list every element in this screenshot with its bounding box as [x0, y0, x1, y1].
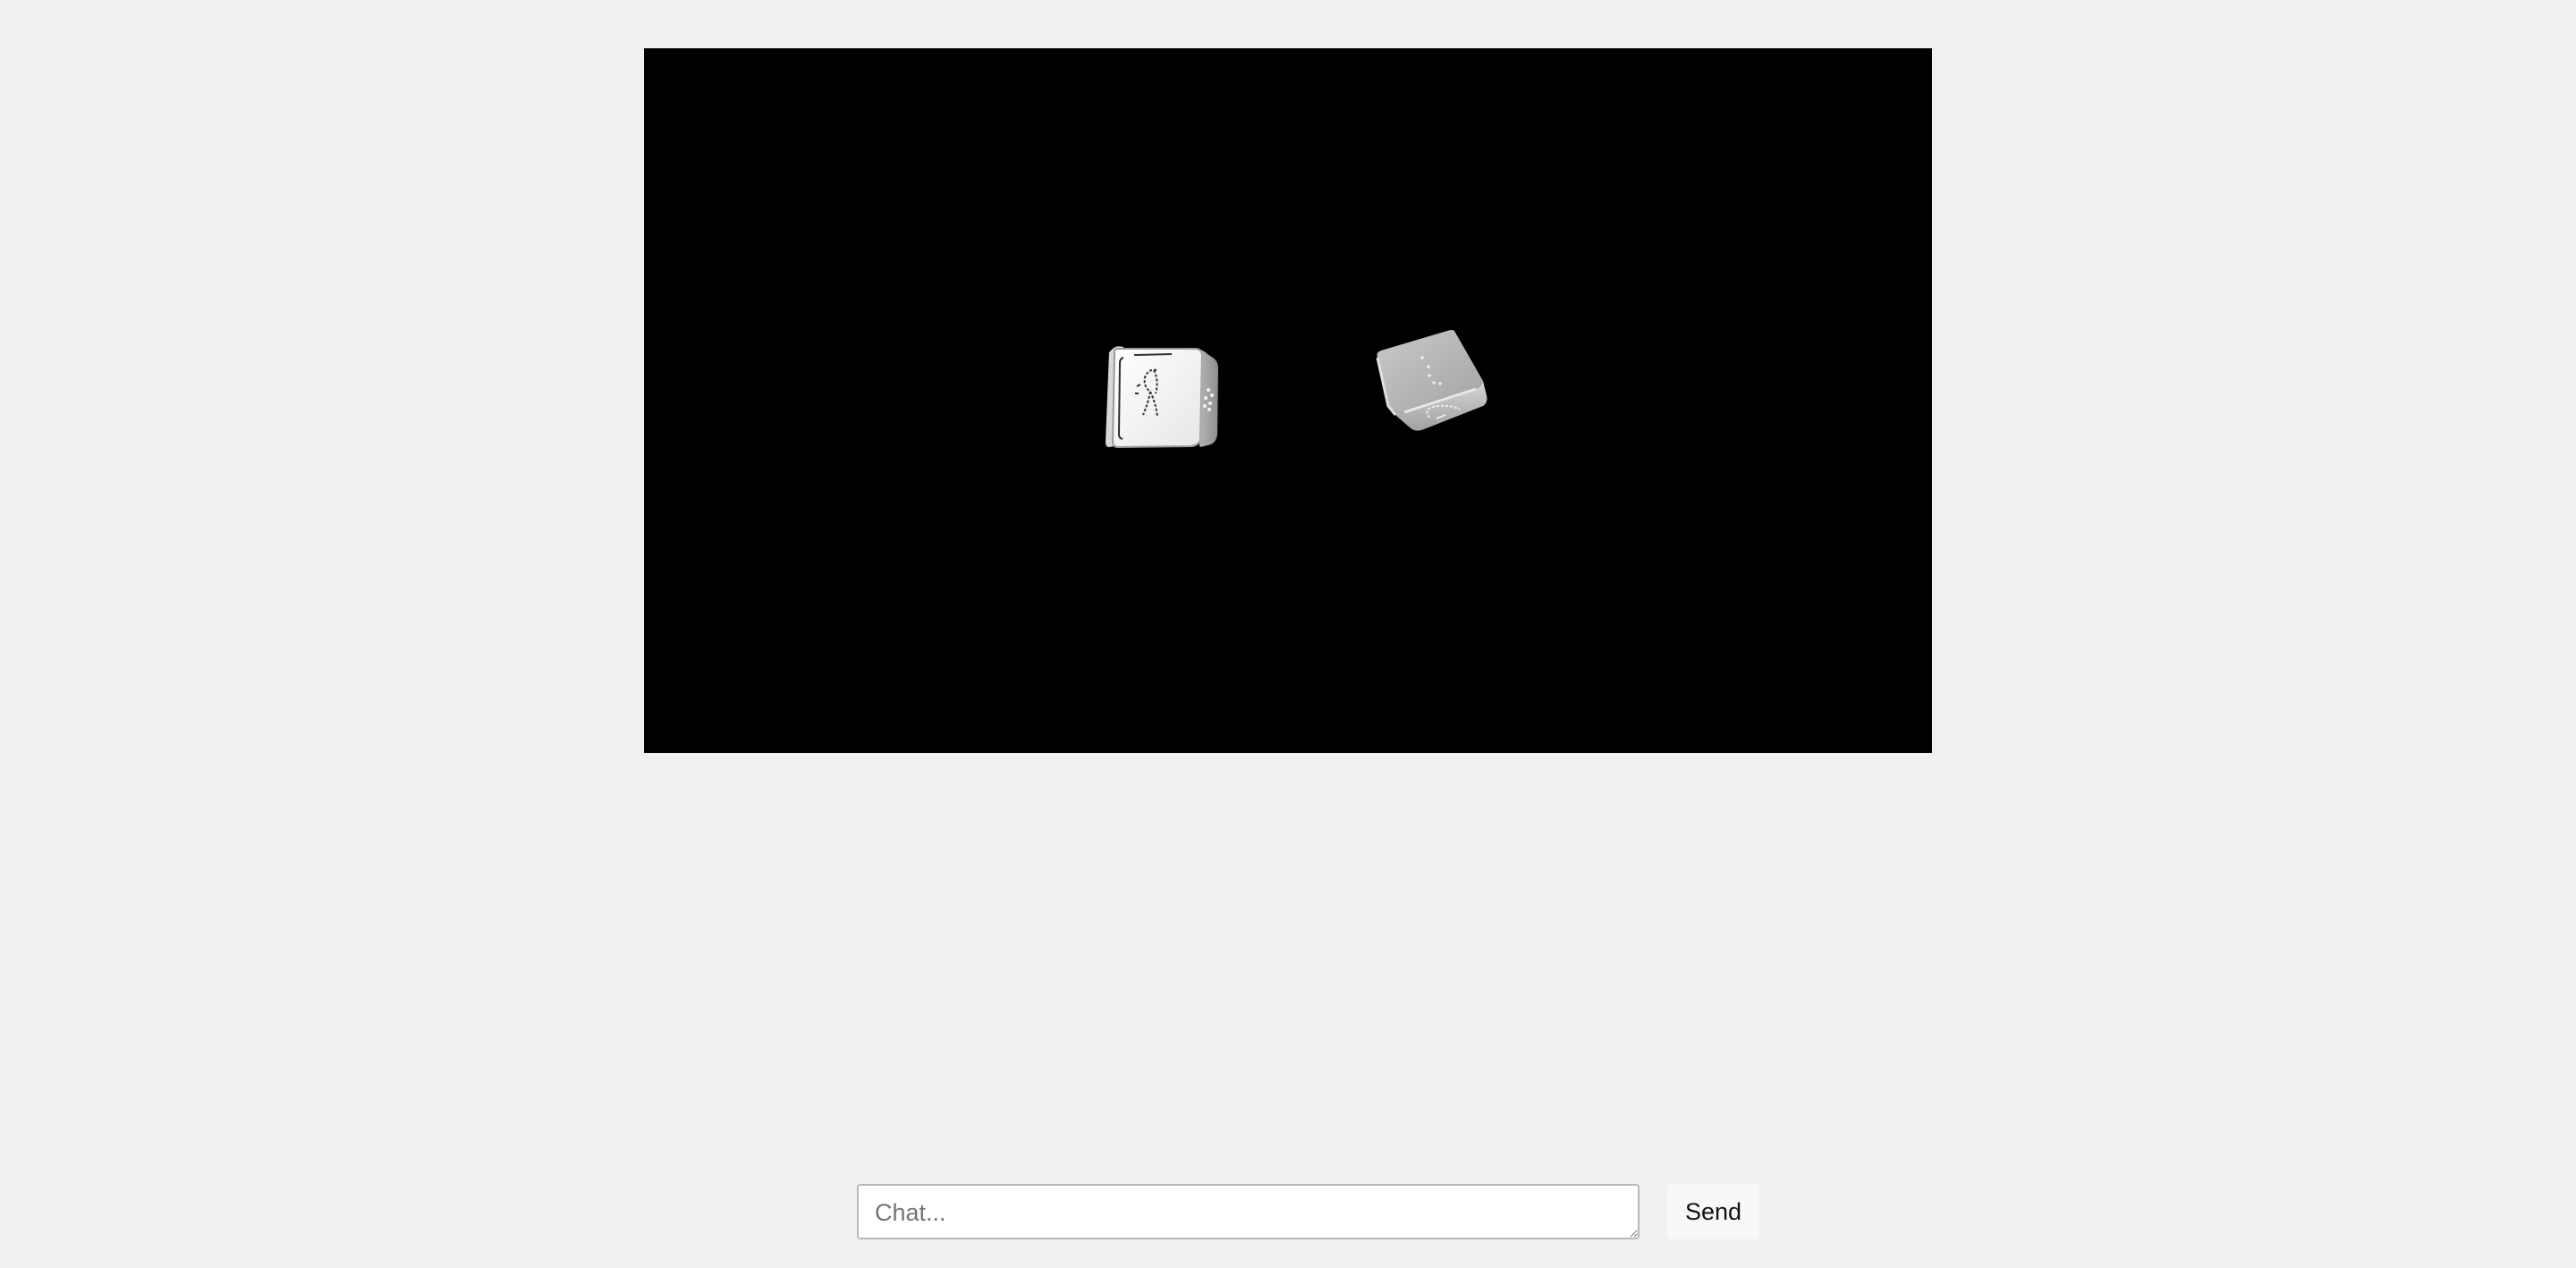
- send-button[interactable]: Send: [1667, 1184, 1760, 1239]
- die-left[interactable]: [1106, 346, 1218, 449]
- chat-bar: Send: [857, 1184, 1760, 1239]
- page: Send: [0, 0, 2576, 1268]
- die-right[interactable]: [1376, 330, 1487, 431]
- dice-scene: [1106, 330, 1487, 449]
- dice-3d-viewport[interactable]: [644, 48, 1932, 753]
- chat-input[interactable]: [857, 1184, 1640, 1239]
